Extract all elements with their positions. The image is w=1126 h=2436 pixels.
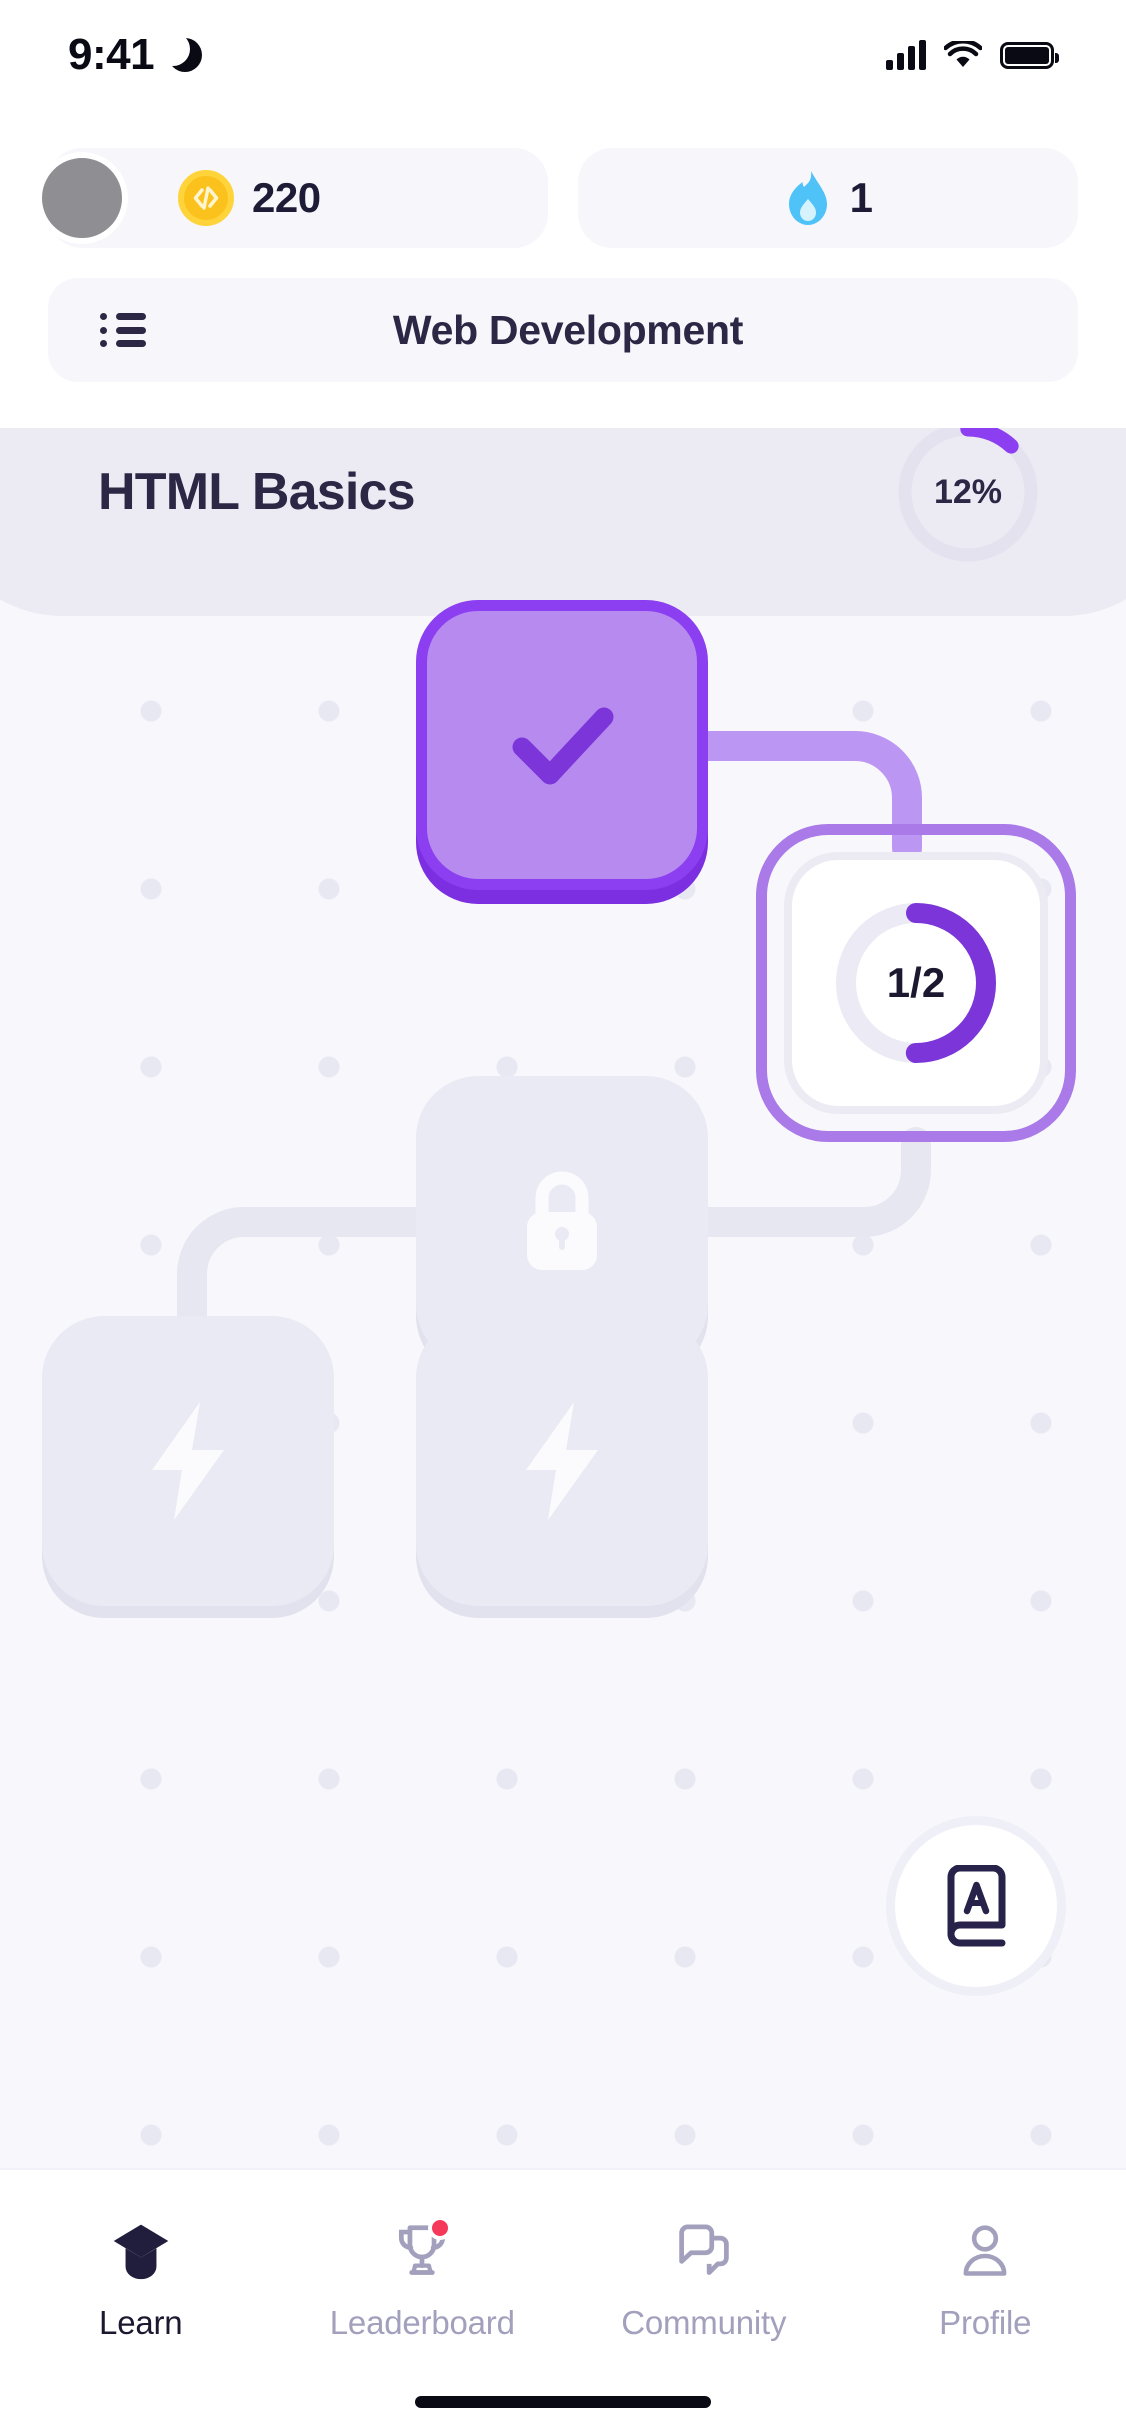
graduation-cap-icon — [105, 2218, 177, 2284]
book-a-icon — [947, 1865, 1006, 1947]
avatar[interactable] — [36, 152, 128, 244]
code-coin-icon — [178, 170, 234, 226]
tab-community-label: Community — [621, 2304, 787, 2341]
tab-leaderboard[interactable]: Leaderboard — [282, 2216, 564, 2342]
cellular-signal-icon — [886, 40, 926, 70]
wifi-icon — [944, 41, 982, 67]
stats-row: 220 1 — [36, 148, 1078, 248]
lesson-progress-label: 1/2 — [886, 959, 946, 1006]
glossary-button[interactable] — [886, 1816, 1066, 1996]
tab-leaderboard-label: Leaderboard — [329, 2304, 515, 2341]
streak-value: 1 — [849, 174, 873, 221]
home-indicator — [415, 2396, 711, 2408]
flame-icon — [788, 171, 827, 225]
status-bar-left: 9:41 — [68, 30, 203, 80]
lesson-progress-ring: 1/2 — [828, 895, 1004, 1071]
tab-learn-label: Learn — [99, 2304, 183, 2341]
course-title: Web Development — [392, 306, 744, 353]
chat-bubbles-icon — [668, 2218, 740, 2284]
tab-profile-label: Profile — [939, 2304, 1032, 2341]
tab-profile[interactable]: Profile — [845, 2218, 1126, 2342]
bottom-tab-bar: Learn Leaderboard Community Profile — [0, 2168, 1126, 2436]
bolt-icon — [152, 1402, 224, 1520]
path-node-current[interactable]: 1/2 — [756, 824, 1076, 1142]
learning-path-canvas: HTML Basics 12% 1/2 — [0, 428, 1126, 2168]
crescent-moon-icon — [156, 32, 203, 72]
status-bar: 9:41 — [0, 0, 1126, 110]
check-icon — [512, 707, 614, 785]
status-time: 9:41 — [68, 30, 155, 79]
streak-pill[interactable]: 1 — [578, 148, 1078, 248]
path-node-bolt-b[interactable] — [416, 1316, 708, 1606]
battery-full-icon — [1000, 41, 1059, 69]
coins-value: 220 — [252, 174, 321, 221]
course-header-bar: Web Development — [48, 278, 1078, 382]
person-icon — [949, 2218, 1021, 2284]
lock-icon — [527, 1171, 597, 1270]
bolt-icon — [526, 1402, 598, 1520]
list-menu-icon[interactable] — [100, 313, 146, 347]
tab-community[interactable]: Community — [563, 2218, 845, 2342]
app-header: 220 1 Web Development — [0, 110, 1126, 428]
status-bar-right — [886, 40, 1059, 70]
path-node-completed[interactable] — [416, 600, 708, 890]
trophy-icon — [386, 2216, 458, 2284]
tab-learn[interactable]: Learn — [0, 2218, 282, 2342]
coins-pill[interactable]: 220 — [36, 148, 548, 248]
path-node-bolt-a[interactable] — [42, 1316, 334, 1606]
